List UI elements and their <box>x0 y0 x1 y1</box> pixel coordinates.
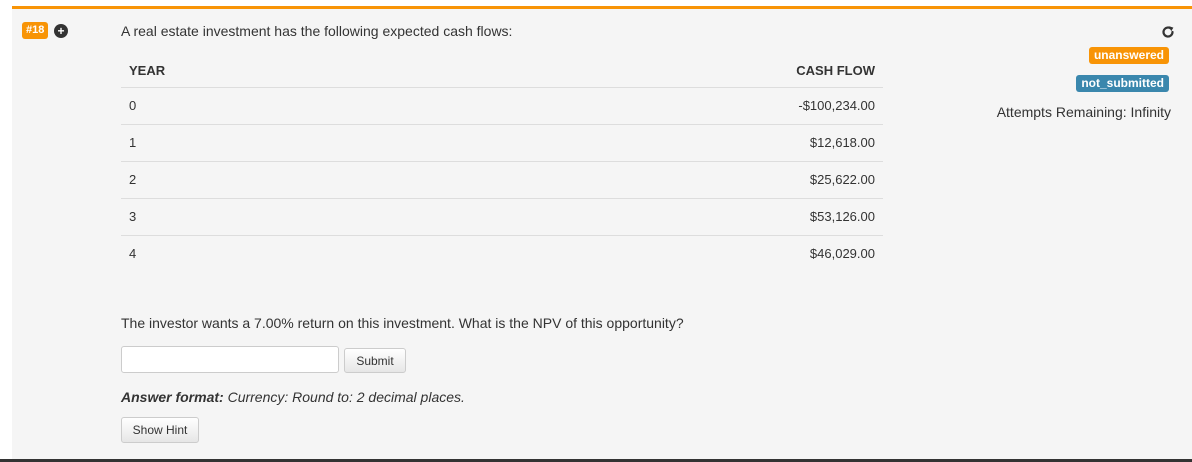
cash-flow-table: YEAR CASH FLOW 0 -$100,234.00 1 $12,618.… <box>121 53 883 272</box>
column-header-year: YEAR <box>121 53 392 88</box>
column-header-cash-flow: CASH FLOW <box>391 53 883 88</box>
table-row: 0 -$100,234.00 <box>121 87 883 125</box>
question-prompt: A real estate investment has the followi… <box>121 23 513 39</box>
cash-flow-cell: $25,622.00 <box>391 161 883 199</box>
attempts-remaining: Attempts Remaining: Infinity <box>996 104 1171 120</box>
submit-button[interactable]: Submit <box>344 348 406 373</box>
question-number-badge: #18 <box>22 22 49 39</box>
answer-input[interactable] <box>121 346 339 373</box>
cash-flow-cell: $53,126.00 <box>391 198 883 236</box>
refresh-icon[interactable] <box>1161 25 1175 39</box>
table-header-row: YEAR CASH FLOW <box>121 53 883 88</box>
answer-format: Answer format: Currency: Round to: 2 dec… <box>121 389 465 405</box>
year-cell: 4 <box>121 235 392 272</box>
status-badge-unanswered: unanswered <box>1088 47 1169 64</box>
cash-flow-cell: $12,618.00 <box>391 124 883 162</box>
question-text: The investor wants a 7.00% return on thi… <box>121 315 684 331</box>
table-row: 3 $53,126.00 <box>121 198 883 236</box>
show-hint-button[interactable]: Show Hint <box>121 417 199 443</box>
status-badge-not-submitted: not_submitted <box>1076 75 1169 92</box>
plus-circle-icon[interactable]: + <box>54 24 68 38</box>
year-cell: 0 <box>121 87 392 125</box>
table-row: 2 $25,622.00 <box>121 161 883 199</box>
year-cell: 2 <box>121 161 392 199</box>
table-row: 4 $46,029.00 <box>121 235 883 272</box>
answer-format-value: Currency: Round to: 2 decimal places. <box>227 389 465 405</box>
question-panel: #18 + A real estate investment has the f… <box>12 6 1192 459</box>
table-row: 1 $12,618.00 <box>121 124 883 162</box>
year-cell: 1 <box>121 124 392 162</box>
year-cell: 3 <box>121 198 392 236</box>
cash-flow-cell: $46,029.00 <box>391 235 883 272</box>
cash-flow-cell: -$100,234.00 <box>391 87 883 125</box>
answer-format-label: Answer format: <box>121 389 224 405</box>
